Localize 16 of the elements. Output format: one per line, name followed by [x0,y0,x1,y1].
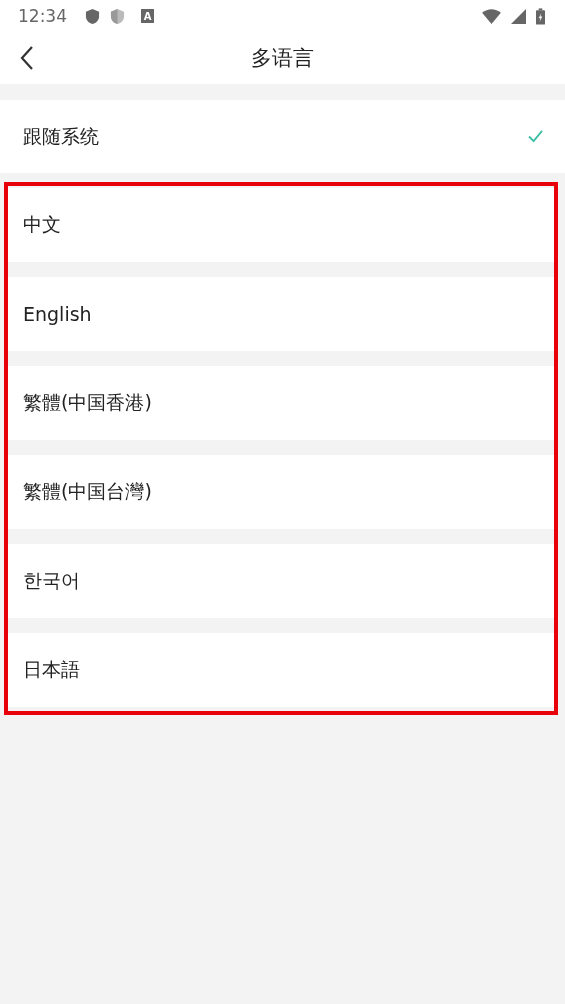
notification-icon: A [141,9,154,23]
language-option[interactable]: 跟随系统 [0,100,565,173]
page-title: 多语言 [251,45,314,72]
language-option[interactable]: English [8,277,554,351]
shield-icon [85,7,100,25]
checkmark-icon [528,130,543,143]
language-option[interactable]: 繁體(中国台灣) [8,455,554,529]
shield-icon [110,7,125,25]
battery-icon [536,7,545,25]
signal-icon [511,8,526,24]
wifi-icon [482,8,501,24]
language-option[interactable]: 한국어 [8,544,554,618]
status-time: 12:34 [18,6,67,26]
language-option[interactable]: 繁體(中国香港) [8,366,554,440]
language-option[interactable]: 中文 [8,188,554,262]
language-option[interactable]: 日本語 [8,633,554,707]
